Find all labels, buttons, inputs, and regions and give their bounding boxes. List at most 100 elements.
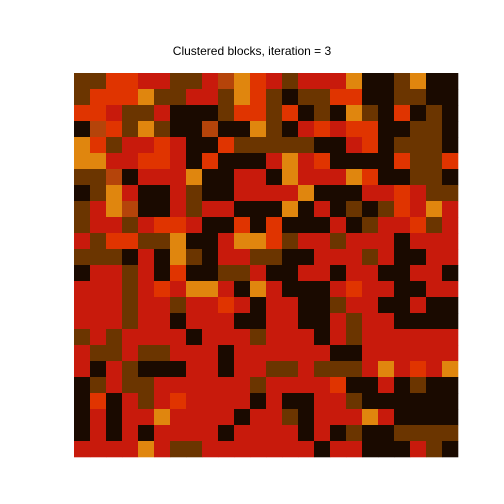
heatmap-cell bbox=[426, 153, 443, 170]
heatmap-cell bbox=[346, 313, 363, 330]
heatmap-cell bbox=[106, 297, 123, 314]
heatmap-cell bbox=[346, 73, 363, 90]
heatmap-cell bbox=[234, 313, 251, 330]
heatmap-cell bbox=[298, 217, 315, 234]
heatmap-cell bbox=[362, 425, 379, 442]
heatmap-cell bbox=[154, 233, 171, 250]
heatmap-cell bbox=[122, 169, 139, 186]
heatmap-cell bbox=[74, 217, 91, 234]
heatmap-cell bbox=[170, 249, 187, 266]
heatmap-cell bbox=[250, 121, 267, 138]
heatmap-cell bbox=[298, 249, 315, 266]
heatmap-cell bbox=[362, 249, 379, 266]
heatmap-cell bbox=[346, 105, 363, 122]
heatmap-cell bbox=[346, 281, 363, 298]
heatmap-cell bbox=[282, 217, 299, 234]
heatmap-cell bbox=[74, 377, 91, 394]
heatmap-cell bbox=[170, 233, 187, 250]
heatmap-cell bbox=[202, 73, 219, 90]
heatmap-cell bbox=[282, 393, 299, 410]
heatmap-cell bbox=[138, 329, 155, 346]
heatmap-cell bbox=[74, 313, 91, 330]
heatmap-cell bbox=[90, 377, 107, 394]
heatmap-cell bbox=[314, 265, 331, 282]
heatmap-cell bbox=[250, 425, 267, 442]
heatmap-cell bbox=[378, 185, 395, 202]
heatmap-cell bbox=[218, 233, 235, 250]
heatmap-cell bbox=[282, 185, 299, 202]
heatmap-cell bbox=[90, 393, 107, 410]
heatmap-cell bbox=[394, 169, 411, 186]
heatmap-cell bbox=[330, 265, 347, 282]
heatmap-cell bbox=[330, 105, 347, 122]
heatmap-cell bbox=[410, 361, 427, 378]
heatmap-cell bbox=[394, 153, 411, 170]
heatmap-cell bbox=[234, 265, 251, 282]
heatmap-cell bbox=[138, 297, 155, 314]
heatmap-cell bbox=[394, 377, 411, 394]
heatmap-cell bbox=[298, 345, 315, 362]
heatmap-cell bbox=[378, 361, 395, 378]
heatmap-cell bbox=[122, 233, 139, 250]
heatmap-cell bbox=[330, 329, 347, 346]
heatmap-cell bbox=[186, 329, 203, 346]
heatmap-cell bbox=[218, 345, 235, 362]
heatmap-cell bbox=[154, 297, 171, 314]
heatmap-cell bbox=[282, 233, 299, 250]
heatmap-cell bbox=[298, 409, 315, 426]
heatmap-cell bbox=[282, 313, 299, 330]
heatmap-cell bbox=[186, 153, 203, 170]
heatmap-cell bbox=[346, 137, 363, 154]
heatmap-cell bbox=[218, 153, 235, 170]
heatmap-cell bbox=[202, 393, 219, 410]
heatmap-cell bbox=[74, 153, 91, 170]
heatmap-cell bbox=[394, 361, 411, 378]
heatmap-cell bbox=[154, 329, 171, 346]
heatmap-cell bbox=[410, 281, 427, 298]
heatmap-cell bbox=[74, 233, 91, 250]
heatmap-cell bbox=[378, 73, 395, 90]
heatmap-cell bbox=[426, 313, 443, 330]
heatmap-cell bbox=[170, 313, 187, 330]
heatmap-cell bbox=[218, 313, 235, 330]
heatmap-cell bbox=[250, 377, 267, 394]
heatmap-cell bbox=[426, 169, 443, 186]
heatmap-cell bbox=[394, 345, 411, 362]
heatmap-cell bbox=[362, 121, 379, 138]
heatmap-cell bbox=[170, 361, 187, 378]
heatmap-cell bbox=[250, 265, 267, 282]
heatmap-cell bbox=[122, 121, 139, 138]
heatmap-cell bbox=[266, 377, 283, 394]
heatmap-cell bbox=[378, 265, 395, 282]
heatmap-cell bbox=[394, 185, 411, 202]
heatmap-cell bbox=[410, 73, 427, 90]
heatmap-cell bbox=[426, 425, 443, 442]
heatmap-cell bbox=[122, 201, 139, 218]
heatmap-cell bbox=[394, 121, 411, 138]
heatmap-cell bbox=[410, 105, 427, 122]
heatmap-cell bbox=[218, 377, 235, 394]
heatmap-cell bbox=[250, 249, 267, 266]
heatmap-cell bbox=[362, 265, 379, 282]
heatmap-cell bbox=[330, 425, 347, 442]
heatmap-cell bbox=[218, 361, 235, 378]
heatmap-cell bbox=[330, 249, 347, 266]
heatmap-cell bbox=[202, 265, 219, 282]
heatmap-cell bbox=[442, 105, 459, 122]
heatmap-cell bbox=[362, 345, 379, 362]
heatmap-cell bbox=[90, 217, 107, 234]
heatmap-cell bbox=[186, 73, 203, 90]
heatmap-cell bbox=[90, 121, 107, 138]
heatmap-cell bbox=[362, 217, 379, 234]
heatmap-cell bbox=[394, 425, 411, 442]
heatmap-cell bbox=[378, 233, 395, 250]
heatmap-cell bbox=[218, 73, 235, 90]
heatmap-cell bbox=[314, 249, 331, 266]
heatmap-cell bbox=[154, 201, 171, 218]
heatmap-cell bbox=[74, 201, 91, 218]
heatmap-cell bbox=[314, 441, 331, 458]
heatmap-cell bbox=[314, 361, 331, 378]
heatmap-cell bbox=[282, 361, 299, 378]
heatmap-cell bbox=[426, 409, 443, 426]
heatmap-cell bbox=[202, 201, 219, 218]
